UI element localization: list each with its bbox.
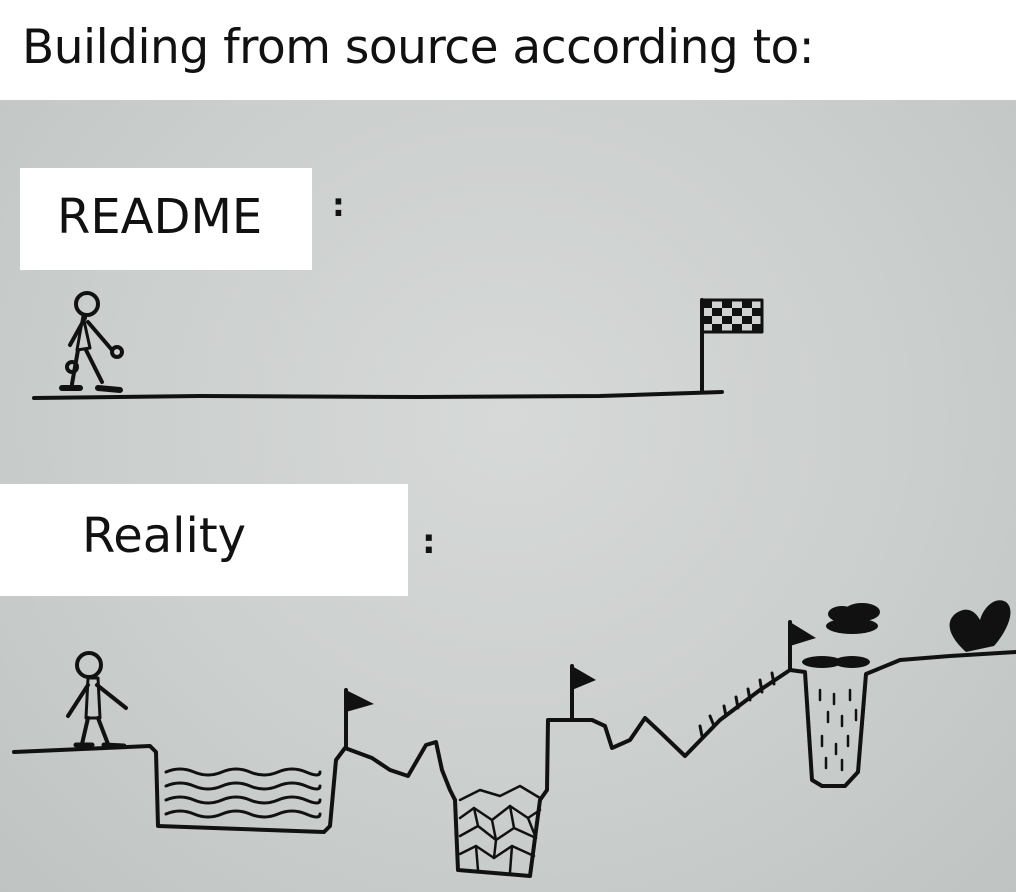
filled-shapes — [346, 600, 1011, 712]
readme-path — [32, 390, 724, 400]
readme-label-box: README — [20, 168, 312, 270]
readme-colon: : — [332, 186, 345, 224]
readme-label: README — [57, 189, 263, 245]
meme-caption: Building from source according to: — [22, 20, 815, 75]
rain-shaft — [818, 688, 858, 772]
reality-flag-icon — [344, 620, 792, 750]
checkered-pattern — [702, 300, 762, 332]
readme-stick-figure — [59, 291, 124, 393]
paper-photo: README : Reality : — [0, 100, 1016, 892]
caption-bar: Building from source according to: — [0, 0, 1016, 100]
reality-colon: : — [422, 522, 436, 562]
water-pit — [164, 767, 322, 819]
heart-icon — [949, 600, 1011, 652]
reality-stick-figure — [66, 651, 128, 749]
reality-label: Reality — [82, 508, 247, 564]
reality-terrain — [12, 650, 1016, 878]
reality-label-box: Reality — [0, 484, 408, 596]
rock-pit — [458, 784, 542, 874]
